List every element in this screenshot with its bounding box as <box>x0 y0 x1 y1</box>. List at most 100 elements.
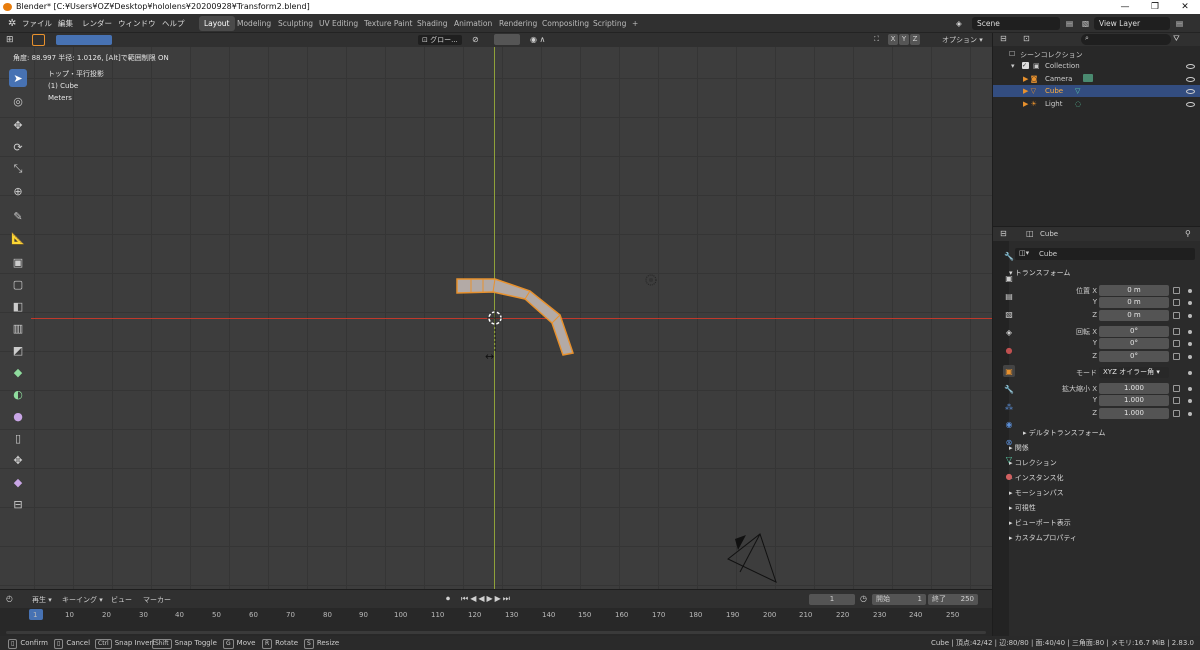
lock-icon[interactable] <box>1173 353 1180 360</box>
rotation-z-field[interactable]: 0° <box>1099 351 1169 362</box>
keyframe-dot-icon[interactable] <box>1188 342 1192 346</box>
outliner-item-camera[interactable]: Camera <box>1045 75 1072 83</box>
view-layer-selector[interactable]: View Layer <box>1094 17 1170 30</box>
menu-keying[interactable]: キーイング ▾ <box>62 595 103 605</box>
tab-sculpting[interactable]: Sculpting <box>273 16 318 31</box>
tab-modeling[interactable]: Modeling <box>232 16 276 31</box>
keyframe-dot-icon[interactable] <box>1188 289 1192 293</box>
location-x-field[interactable]: 0 m <box>1099 285 1169 296</box>
object-properties-icon[interactable]: ▣ <box>1003 365 1015 377</box>
rotation-mode-dropdown[interactable]: XYZ オイラー角 ▾ <box>1099 367 1169 378</box>
scene-options-icon[interactable]: ▤ <box>1062 14 1077 33</box>
add-workspace-button[interactable]: + <box>627 16 643 31</box>
display-mode-icon[interactable]: ⊡ <box>1023 34 1030 43</box>
filter-icon[interactable]: ⛛ <box>1173 34 1180 44</box>
location-z-field[interactable]: 0 m <box>1099 310 1169 321</box>
record-icon[interactable]: ⏺ <box>446 594 450 604</box>
keyframe-dot-icon[interactable] <box>1188 314 1192 318</box>
outliner-item-cube[interactable]: Cube <box>1045 87 1063 95</box>
start-frame-field[interactable]: 開始 1 <box>872 594 926 605</box>
cube-visibility-icon[interactable] <box>1186 89 1195 94</box>
physics-properties-icon[interactable]: ◉ <box>1003 418 1015 430</box>
tab-texture-paint[interactable]: Texture Paint <box>359 16 417 31</box>
render-properties-icon[interactable]: ▣ <box>1003 272 1015 284</box>
collection-checkbox[interactable]: ✓ <box>1022 62 1029 69</box>
delta-transform-panel[interactable]: ▸ デルタトランスフォーム <box>1023 428 1105 438</box>
keyframe-dot-icon[interactable] <box>1188 330 1192 334</box>
transform-orientation-dropdown[interactable]: ⊡ グロー... <box>418 35 462 45</box>
constraints-properties-icon[interactable]: ⊗ <box>1003 436 1015 448</box>
tool-settings-icon[interactable]: 🔧 <box>1003 250 1015 262</box>
data-properties-icon[interactable]: ▽ <box>1003 453 1015 465</box>
timeline-editor-icon[interactable]: ◴ <box>6 594 13 603</box>
scale-y-field[interactable]: 1.000 <box>1099 395 1169 406</box>
current-frame-field[interactable]: 1 <box>809 594 855 605</box>
menu-help[interactable]: ヘルプ <box>158 14 189 33</box>
maximize-button[interactable]: ❐ <box>1140 0 1170 14</box>
menu-window[interactable]: ウィンドウ <box>114 14 160 33</box>
playback-controls[interactable]: ⏮◀◀▶▶⏭ <box>461 594 512 604</box>
end-frame-field[interactable]: 終了 250 <box>928 594 978 605</box>
view-layer-properties-icon[interactable]: ▧ <box>1003 308 1015 320</box>
menu-file[interactable]: ファイル <box>18 14 56 33</box>
menu-playback[interactable]: 再生 ▾ <box>32 595 52 605</box>
panel-instancing[interactable]: ▸ インスタンス化 <box>1009 473 1063 483</box>
snap-toggle[interactable] <box>494 34 520 45</box>
outliner-editor-icon[interactable]: ⊟ <box>1000 34 1007 43</box>
outliner-search-input[interactable]: ⌕ <box>1081 34 1171 45</box>
3d-viewport[interactable]: 角度: 88.997 半径: 1.0126, [Alt]で範囲制限 ON トップ… <box>0 47 992 589</box>
axis-x-toggle[interactable]: X <box>888 34 898 45</box>
panel-motion-paths[interactable]: ▸ モーションパス <box>1009 488 1064 498</box>
view-layer-options-icon[interactable]: ▤ <box>1172 14 1187 33</box>
select-mode-icon[interactable] <box>32 34 45 46</box>
panel-viewport-display[interactable]: ▸ ビューポート表示 <box>1009 518 1071 528</box>
light-visibility-icon[interactable] <box>1186 102 1195 107</box>
object-name-field[interactable]: Cube <box>1015 248 1195 260</box>
options-dropdown[interactable]: オプション ▾ <box>942 35 983 45</box>
gizmo-icon[interactable]: ⛶ <box>874 35 879 44</box>
rotation-x-field[interactable]: 0° <box>1099 326 1169 337</box>
lock-icon[interactable] <box>1173 410 1180 417</box>
select-box-modes[interactable] <box>56 35 112 45</box>
properties-editor-icon[interactable]: ⊟ <box>1000 229 1007 238</box>
tab-uv-editing[interactable]: UV Editing <box>314 16 363 31</box>
tab-scripting[interactable]: Scripting <box>588 16 631 31</box>
particles-properties-icon[interactable]: ⁂ <box>1003 401 1015 413</box>
location-y-field[interactable]: 0 m <box>1099 297 1169 308</box>
output-properties-icon[interactable]: ▤ <box>1003 290 1015 302</box>
menu-view[interactable]: ビュー <box>111 595 132 605</box>
tab-layout[interactable]: Layout <box>199 16 235 31</box>
lock-icon[interactable] <box>1173 385 1180 392</box>
keyframe-dot-icon[interactable] <box>1188 399 1192 403</box>
menu-render[interactable]: レンダー <box>78 14 116 33</box>
outliner-item-collection[interactable]: Collection <box>1045 62 1080 70</box>
editor-type-icon[interactable]: ⊞ <box>6 35 14 45</box>
tab-shading[interactable]: Shading <box>412 16 452 31</box>
pin-icon[interactable]: ⚲ <box>1185 229 1191 238</box>
collection-expand-icon[interactable]: ▾ <box>1011 62 1015 70</box>
rotation-y-field[interactable]: 0° <box>1099 338 1169 349</box>
pivot-icon[interactable]: ⊘ <box>472 35 479 44</box>
scale-z-field[interactable]: 1.000 <box>1099 408 1169 419</box>
scale-x-field[interactable]: 1.000 <box>1099 383 1169 394</box>
modifier-properties-icon[interactable]: 🔧 <box>1003 383 1015 395</box>
keyframe-dot-icon[interactable] <box>1188 301 1192 305</box>
axis-y-toggle[interactable]: Y <box>899 34 909 45</box>
timeline-area[interactable]: 1 10 20 30 40 50 60 70 80 90 100 110 120… <box>0 608 992 636</box>
lock-icon[interactable] <box>1173 328 1180 335</box>
panel-custom-properties[interactable]: ▸ カスタムプロパティ <box>1009 533 1077 543</box>
tab-animation[interactable]: Animation <box>449 16 497 31</box>
transform-panel-header[interactable]: ▾ トランスフォーム <box>1009 268 1070 278</box>
close-button[interactable]: ✕ <box>1170 0 1200 14</box>
panel-visibility[interactable]: ▸ 可視性 <box>1009 503 1036 513</box>
proportional-edit-icon[interactable]: ◉ ∧ <box>530 35 545 44</box>
panel-collections[interactable]: ▸ コレクション <box>1009 458 1057 468</box>
outliner-item-light[interactable]: Light <box>1045 100 1062 108</box>
lock-icon[interactable] <box>1173 340 1180 347</box>
keyframe-dot-icon[interactable] <box>1188 355 1192 359</box>
world-properties-icon[interactable]: ● <box>1003 344 1015 356</box>
lock-icon[interactable] <box>1173 397 1180 404</box>
keyframe-dot-icon[interactable] <box>1188 387 1192 391</box>
tab-rendering[interactable]: Rendering <box>494 16 542 31</box>
axis-z-toggle[interactable]: Z <box>910 34 920 45</box>
